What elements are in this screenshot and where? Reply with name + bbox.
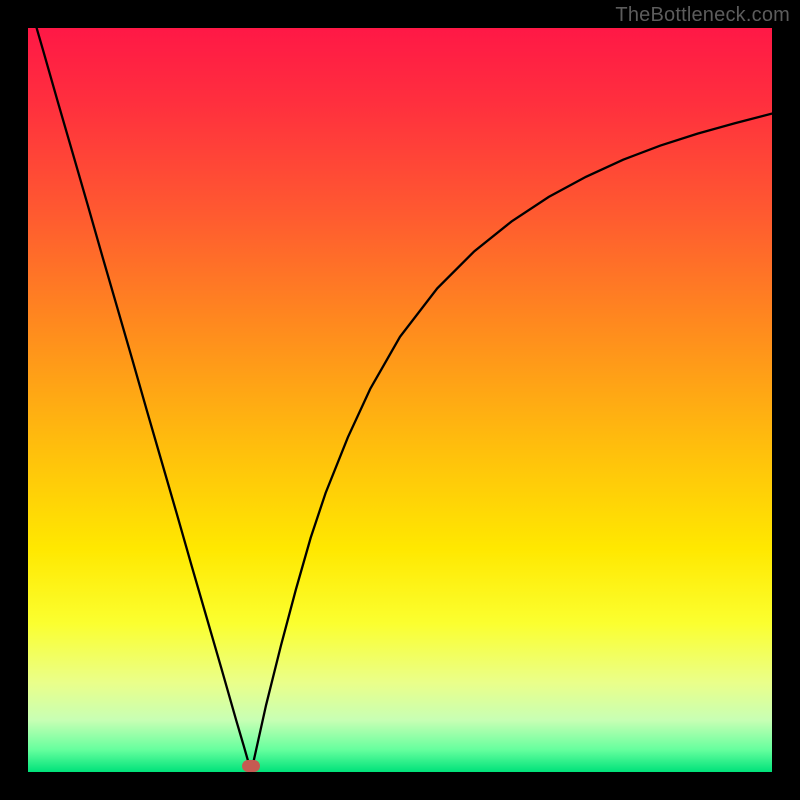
chart-svg <box>28 28 772 772</box>
watermark-text: TheBottleneck.com <box>615 4 790 27</box>
gradient-background <box>28 28 772 772</box>
chart-frame: TheBottleneck.com <box>0 0 800 800</box>
minimum-marker <box>242 760 260 772</box>
plot-area <box>28 28 772 772</box>
